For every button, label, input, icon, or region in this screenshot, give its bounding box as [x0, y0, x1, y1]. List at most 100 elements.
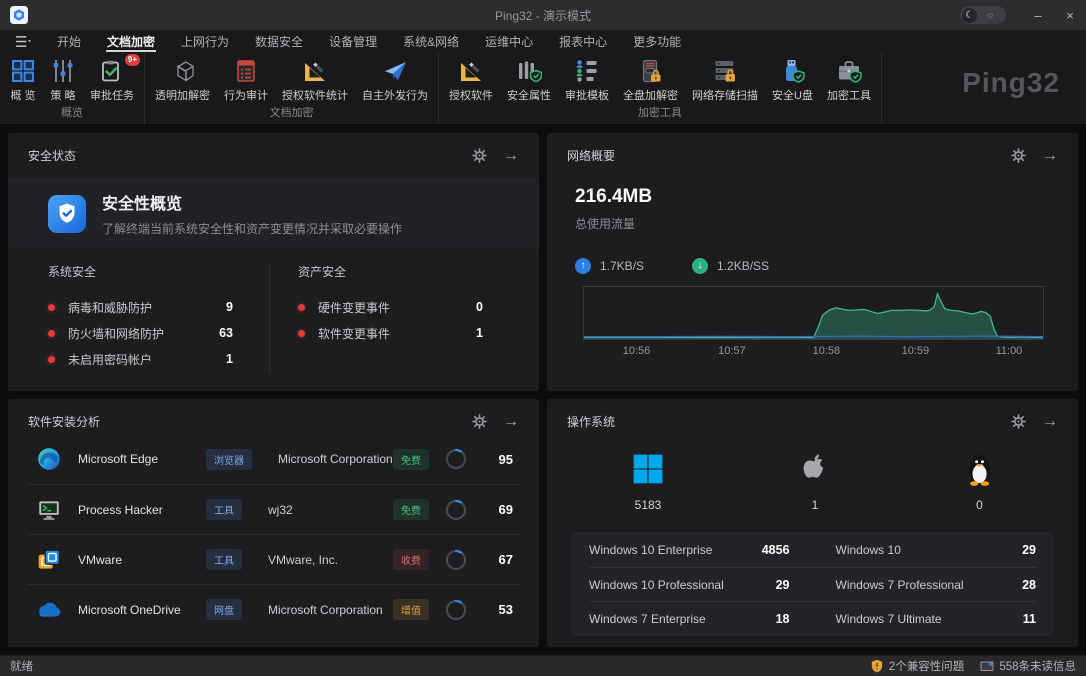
- security-metric-row[interactable]: 病毒和威胁防护 9: [48, 294, 233, 320]
- os-version-label: Windows 7 Ultimate: [836, 612, 942, 626]
- network-traffic-chart: [583, 286, 1044, 340]
- software-row[interactable]: Process Hacker 工具 wj32 免费 69: [28, 484, 519, 534]
- upload-arrow-icon: ↑: [575, 258, 591, 274]
- os-count: 1: [812, 498, 819, 512]
- progress-ring: [445, 448, 467, 470]
- price-badge: 收费: [393, 549, 429, 570]
- briefcase-shield-icon: [836, 58, 862, 84]
- notification-badge: 9+: [125, 54, 140, 66]
- ribbon-button[interactable]: 授权软件统计: [275, 58, 355, 103]
- progress-ring: [445, 549, 467, 571]
- ribbon-button[interactable]: 策 略: [43, 58, 83, 103]
- menu-tab[interactable]: 数据安全: [242, 30, 316, 52]
- menu-tabs: 开始文档加密上网行为数据安全设备管理系统&网络运维中心报表中心更多功能: [44, 30, 694, 52]
- software-name: Microsoft OneDrive: [78, 603, 206, 617]
- gear-icon[interactable]: [472, 414, 487, 429]
- menu-tab[interactable]: 文档加密: [94, 30, 168, 52]
- ribbon-button[interactable]: 网络存储扫描: [685, 58, 765, 103]
- ribbon-button[interactable]: 安全属性: [500, 58, 558, 103]
- menu-tab[interactable]: 运维中心: [472, 30, 546, 52]
- menu-tab[interactable]: 上网行为: [168, 30, 242, 52]
- dashboard: 安全状态 → 安全性概览 了解终端当前系统安全性和资产变更情况并采取必要操作 系…: [0, 125, 1086, 655]
- ribbon-button[interactable]: 安全U盘: [765, 58, 820, 103]
- ribbon-button[interactable]: 透明加解密: [148, 58, 217, 103]
- ribbon-group: 透明加解密 行为审计 授权软件统计 自主外发行为 文档加密: [145, 52, 439, 124]
- fence-shield-icon: [516, 58, 542, 84]
- software-name: Microsoft Edge: [78, 452, 206, 466]
- unread-messages[interactable]: 558条未读信息: [980, 658, 1076, 674]
- ribbon-group: 概 览 策 略 审批任务 9+ 概览: [0, 52, 145, 124]
- x-tick-label: 10:56: [623, 345, 651, 357]
- compatibility-issues[interactable]: 2个兼容性问题: [870, 658, 964, 674]
- alert-dot-icon: [298, 330, 305, 337]
- security-metric-row[interactable]: 未启用密码帐户 1: [48, 346, 233, 372]
- security-metric-row[interactable]: 防火墙和网络防护 63: [48, 320, 233, 346]
- software-row[interactable]: Microsoft OneDrive 网盘 Microsoft Corporat…: [28, 584, 519, 634]
- ribbon-button[interactable]: 审批任务 9+: [83, 58, 141, 103]
- close-button[interactable]: ×: [1054, 0, 1086, 30]
- main-menu-button[interactable]: [10, 35, 36, 48]
- gear-icon[interactable]: [1011, 414, 1026, 429]
- os-table-cell: Windows 7 Ultimate 11: [836, 612, 1037, 626]
- paper-plane-icon: [382, 58, 408, 84]
- security-column: 系统安全 病毒和威胁防护 9 防火墙和网络防护 63 未启用密码帐户 1: [28, 263, 269, 372]
- ribbon-button[interactable]: 加密工具: [820, 58, 878, 103]
- menu-tab[interactable]: 开始: [44, 30, 94, 52]
- ribbon-button[interactable]: 概 览: [3, 58, 43, 103]
- price-badge: 免费: [393, 449, 429, 470]
- os-version-label: Windows 7 Enterprise: [589, 612, 706, 626]
- ribbon-button[interactable]: 全盘加解密: [616, 58, 685, 103]
- software-row[interactable]: Microsoft Edge 浏览器 Microsoft Corporation…: [28, 434, 519, 484]
- menu-tab[interactable]: 更多功能: [620, 30, 694, 52]
- arrow-right-icon[interactable]: →: [503, 414, 519, 430]
- software-name: Process Hacker: [78, 503, 206, 517]
- menu-tab[interactable]: 报表中心: [546, 30, 620, 52]
- audit-log-icon: [233, 58, 259, 84]
- download-arrow-icon: ↓: [692, 258, 708, 274]
- ribbon-button[interactable]: 审批模板: [558, 58, 616, 103]
- alert-dot-icon: [48, 330, 55, 337]
- software-vendor: Microsoft Corporation: [268, 603, 393, 617]
- os-table-row: Windows 10 Professional 29 Windows 7 Pro…: [589, 567, 1036, 601]
- arrow-right-icon[interactable]: →: [1042, 148, 1058, 164]
- minimize-button[interactable]: –: [1022, 0, 1054, 30]
- category-badge: 工具: [206, 549, 242, 570]
- download-speed: ↓ 1.2KB/SS: [692, 258, 769, 274]
- ruler-pencil-icon: [458, 58, 484, 84]
- security-metric-row[interactable]: 硬件变更事件 0: [298, 294, 483, 320]
- ribbon-button[interactable]: 授权软件: [442, 58, 500, 103]
- windows-icon: [631, 452, 665, 486]
- os-table-cell: Windows 7 Enterprise 18: [589, 612, 790, 626]
- process-hacker-icon: [36, 497, 62, 523]
- category-badge: 工具: [206, 499, 242, 520]
- x-tick-label: 10:57: [718, 345, 746, 357]
- security-column: 资产安全 硬件变更事件 0 软件变更事件 1: [269, 263, 519, 372]
- disk-lock-icon: [638, 58, 664, 84]
- ribbon-button[interactable]: 自主外发行为: [355, 58, 435, 103]
- menu-tab[interactable]: 设备管理: [316, 30, 390, 52]
- os-table-row: Windows 7 Enterprise 18 Windows 7 Ultima…: [589, 601, 1036, 635]
- arrow-right-icon[interactable]: →: [503, 148, 519, 164]
- ribbon-button[interactable]: 行为审计: [217, 58, 275, 103]
- gear-icon[interactable]: [472, 148, 487, 163]
- menu-tab[interactable]: 系统&网络: [390, 30, 472, 52]
- software-row[interactable]: VMware 工具 VMware, Inc. 收费 67: [28, 534, 519, 584]
- panel-network-summary: 网络概要 → 216.4MB 总使用流量 ↑ 1.7KB/S ↓ 1.2KB/S…: [547, 133, 1078, 391]
- security-overview-hero: 安全性概览 了解终端当前系统安全性和资产变更情况并采取必要操作: [8, 178, 539, 249]
- panel-operating-systems: 操作系统 → 5183 1 0 Windows 10 Enterprise 48…: [547, 399, 1078, 647]
- os-table-cell: Windows 10 Enterprise 4856: [589, 543, 790, 557]
- software-score: 67: [481, 552, 513, 567]
- category-badge: 网盘: [206, 599, 242, 620]
- moon-icon: ☾: [962, 8, 977, 23]
- theme-toggle[interactable]: ☾ ☼: [960, 6, 1006, 24]
- gear-icon[interactable]: [1011, 148, 1026, 163]
- security-metric-row[interactable]: 软件变更事件 1: [298, 320, 483, 346]
- panel-title: 网络概要: [567, 147, 615, 164]
- x-tick-label: 11:00: [996, 345, 1023, 357]
- titlebar: Ping32 - 演示模式 ☾ ☼ – ×: [0, 0, 1086, 30]
- arrow-right-icon[interactable]: →: [1042, 414, 1058, 430]
- usb-shield-icon: [779, 58, 805, 84]
- os-version-table: Windows 10 Enterprise 4856 Windows 10 29…: [571, 532, 1054, 636]
- category-badge: 浏览器: [206, 449, 252, 470]
- os-table-cell: Windows 10 29: [836, 543, 1037, 557]
